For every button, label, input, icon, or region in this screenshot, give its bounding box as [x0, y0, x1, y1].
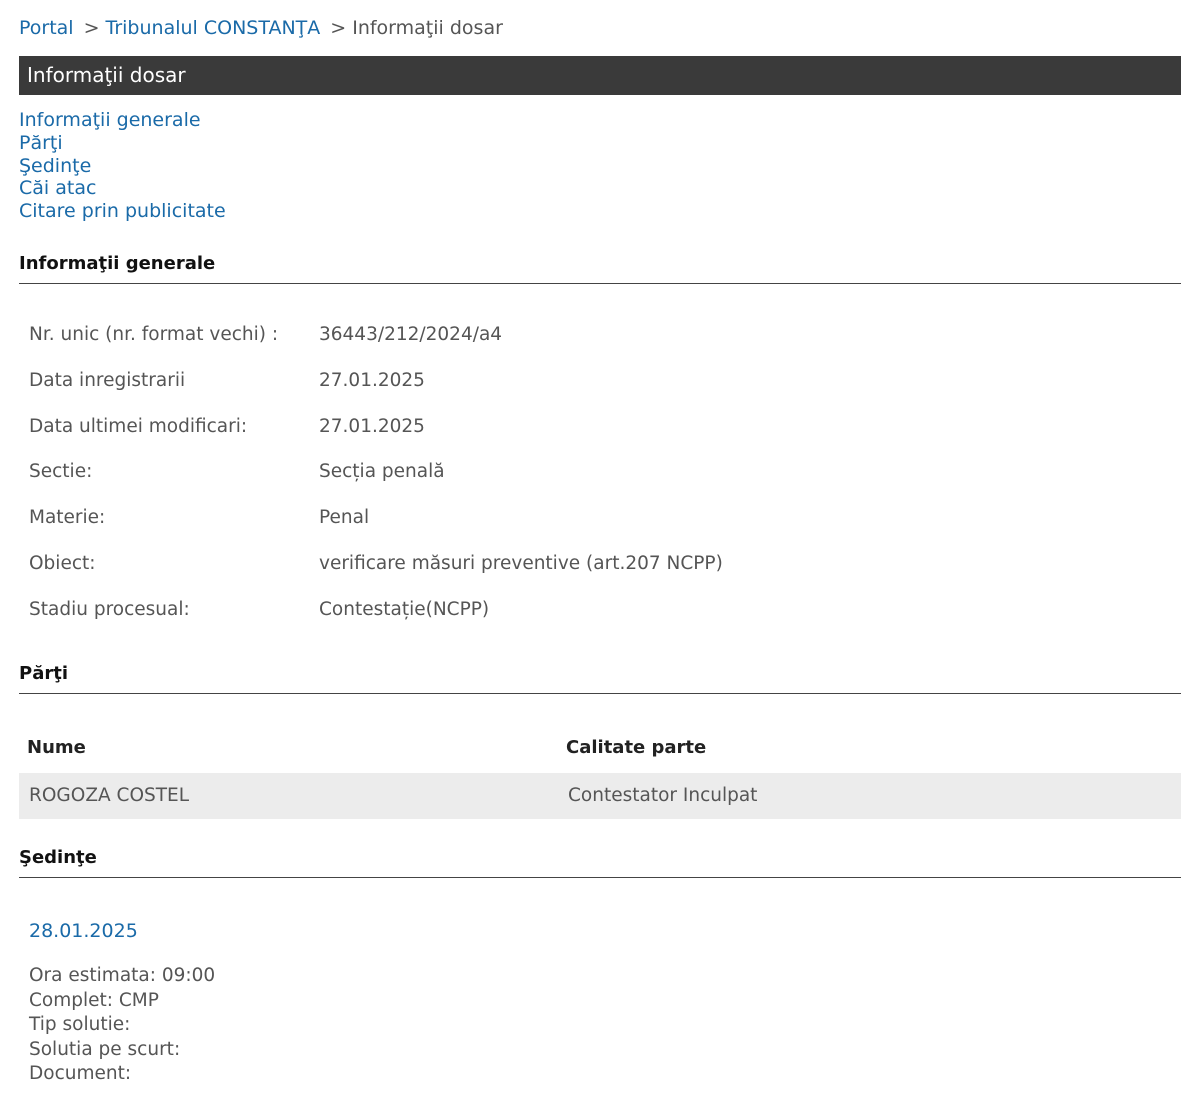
hearing-estimated-time: Ora estimata: 09:00: [29, 965, 216, 986]
general-info-table: Nr. unic (nr. format vechi) : 36443/212/…: [29, 315, 1129, 636]
info-row: Obiect: verificare măsuri preventive (ar…: [29, 544, 1129, 590]
nav-link-general-info[interactable]: Informaţii generale: [19, 109, 201, 131]
section-header-hearings: Şedinţe: [19, 847, 1181, 878]
breadcrumb: Portal > Tribunalul CONSTANŢA > Informaţii d…: [19, 16, 503, 40]
breadcrumb-court-link[interactable]: Tribunalul CONSTANŢA: [106, 17, 321, 39]
breadcrumb-separator: >: [330, 17, 347, 39]
page-title-bar: Informaţii dosar: [19, 56, 1181, 95]
hearing-solution-type: Tip solutie:: [29, 1014, 131, 1035]
info-row: Nr. unic (nr. format vechi) : 36443/212/…: [29, 315, 1129, 361]
hearing-details: Ora estimata: 09:00 Complet: CMP Tip sol…: [29, 964, 215, 1087]
info-value: Contestație(NCPP): [319, 598, 490, 620]
info-label: Sectie:: [29, 461, 93, 483]
party-name: ROGOZA COSTEL: [29, 785, 190, 806]
parties-table: Nume Calitate parte ROGOZA COSTEL Contes…: [19, 727, 1181, 819]
info-row: Sectie: Secția penală: [29, 452, 1129, 498]
info-value: 27.01.2025: [319, 369, 425, 391]
info-label: Stadiu procesual:: [29, 598, 190, 620]
info-label: Materie:: [29, 507, 106, 529]
nav-link-appeals[interactable]: Căi atac: [19, 177, 96, 199]
nav-link-public-summons[interactable]: Citare prin publicitate: [19, 200, 226, 222]
hearing-date-link[interactable]: 28.01.2025: [29, 920, 138, 942]
section-nav: Informaţii generale Părţi Şedinţe Căi at…: [19, 109, 226, 223]
info-label: Nr. unic (nr. format vechi) :: [29, 324, 279, 345]
section-title: Şedinţe: [19, 847, 97, 868]
party-role: Contestator Inculpat: [568, 785, 758, 806]
table-row: ROGOZA COSTEL Contestator Inculpat: [19, 773, 1181, 819]
section-title: Informaţii generale: [19, 253, 216, 274]
hearing-solution-summary: Solutia pe scurt:: [29, 1038, 181, 1060]
nav-link-parties[interactable]: Părţi: [19, 132, 63, 154]
info-value: verificare măsuri preventive (art.207 NC…: [319, 552, 723, 574]
info-row: Data ultimei modificari: 27.01.2025: [29, 407, 1129, 453]
info-label: Obiect:: [29, 552, 96, 574]
hearing-document: Document:: [29, 1063, 132, 1084]
nav-link-hearings[interactable]: Şedinţe: [19, 155, 91, 177]
info-row: Data inregistrarii 27.01.2025: [29, 361, 1129, 407]
hearing-panel: Complet: CMP: [29, 989, 159, 1011]
table-header-row: Nume Calitate parte: [19, 727, 1181, 773]
section-header-general: Informaţii generale: [19, 253, 1181, 284]
info-value: Penal: [319, 507, 370, 529]
column-header-role: Calitate parte: [566, 737, 707, 758]
info-value: Secția penală: [319, 461, 445, 483]
breadcrumb-separator: >: [83, 17, 100, 39]
page-title: Informaţii dosar: [27, 63, 186, 87]
info-row: Materie: Penal: [29, 498, 1129, 544]
info-value: 36443/212/2024/a4: [319, 324, 503, 345]
info-row: Stadiu procesual: Contestație(NCPP): [29, 590, 1129, 636]
breadcrumb-current: Informaţii dosar: [352, 17, 503, 39]
breadcrumb-portal-link[interactable]: Portal: [19, 17, 74, 39]
info-label: Data ultimei modificari:: [29, 415, 248, 437]
info-value: 27.01.2025: [319, 415, 425, 437]
section-title: Părţi: [19, 663, 68, 684]
section-header-parties: Părţi: [19, 663, 1181, 694]
column-header-name: Nume: [27, 737, 86, 758]
info-label: Data inregistrarii: [29, 369, 186, 391]
